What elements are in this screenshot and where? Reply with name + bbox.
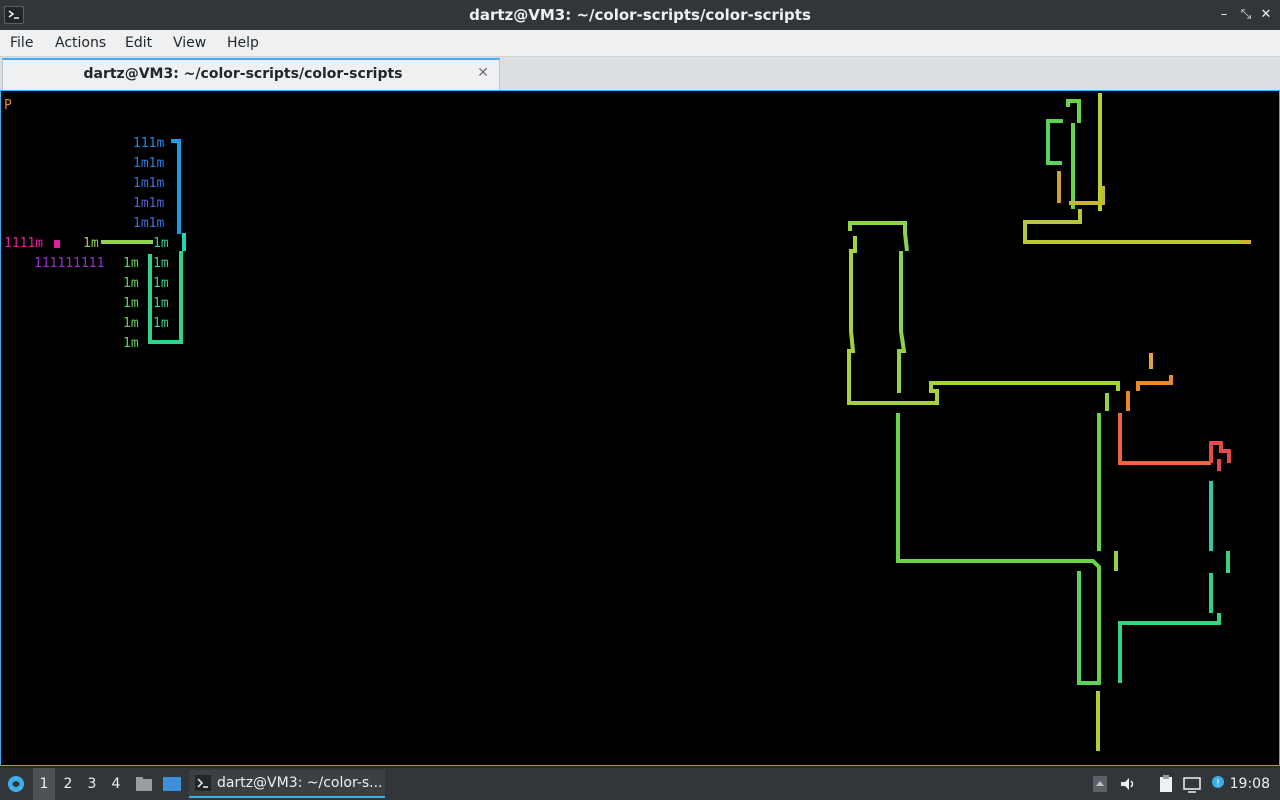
maximize-button[interactable]: ⤡ (1238, 6, 1254, 24)
prompt-char: P (4, 98, 12, 113)
network-icon[interactable] (1182, 774, 1202, 794)
glyph-row: 1m (153, 236, 169, 251)
glyph-row: 111m (133, 136, 164, 151)
clock[interactable]: 19:08 (1230, 768, 1270, 800)
glyph-row: 1m1m (133, 216, 164, 231)
menubar: File Actions Edit View Help (0, 30, 1280, 57)
glyph-row: 1m1m (133, 196, 164, 211)
glyph-row: 1m1m (133, 156, 164, 171)
workspace-4[interactable]: 4 (105, 768, 127, 800)
tab-bar: dartz@VM3: ~/color-scripts/color-scripts… (0, 57, 1280, 90)
menu-actions[interactable]: Actions (55, 30, 106, 56)
glyph-row: 1m (123, 256, 139, 271)
workspace-3[interactable]: 3 (81, 768, 103, 800)
minimize-button[interactable]: – (1216, 6, 1232, 24)
file-manager-icon[interactable] (134, 774, 154, 794)
show-desktop-icon[interactable] (162, 774, 182, 794)
window-title: dartz@VM3: ~/color-scripts/color-scripts (469, 6, 811, 24)
taskbar: 1 2 3 4 dartz@VM3: ~/color-s... ! 19:08 (0, 768, 1280, 800)
glyph-row: 1m (83, 236, 99, 251)
terminal-icon (195, 775, 211, 791)
close-button[interactable]: ✕ (1258, 6, 1274, 24)
menu-help[interactable]: Help (227, 30, 259, 56)
glyph-row: 1m (153, 316, 169, 331)
notification-icon[interactable]: ! (1208, 774, 1228, 794)
glyph-row: 1m (123, 296, 139, 311)
glyph-row: 1m (153, 296, 169, 311)
clipboard-icon[interactable] (1156, 774, 1176, 794)
tab-close-icon[interactable]: ✕ (475, 65, 491, 81)
pipe-lines-right (847, 93, 1251, 751)
volume-icon[interactable] (1118, 774, 1138, 794)
menu-edit[interactable]: Edit (125, 30, 152, 56)
glyph-row: 1m (123, 316, 139, 331)
menu-view[interactable]: View (173, 30, 206, 56)
tab-label: dartz@VM3: ~/color-scripts/color-scripts (83, 66, 403, 82)
workspace-1[interactable]: 1 (33, 768, 55, 800)
terminal-view[interactable]: P 111m 1m1m 1m1m 1m1m 1m1m 1111m 1m 1m 1… (0, 90, 1280, 766)
terminal-canvas: P 111m 1m1m 1m1m 1m1m 1m1m 1111m 1m 1m 1… (4, 93, 1251, 751)
task-label: dartz@VM3: ~/color-s... (217, 775, 383, 791)
glyph-row: 1m (123, 276, 139, 291)
glyph-row: 1m (153, 276, 169, 291)
glyph-row: 111111111 (34, 256, 104, 271)
svg-text:!: ! (1216, 778, 1220, 789)
tab-terminal[interactable]: dartz@VM3: ~/color-scripts/color-scripts… (2, 58, 500, 90)
glyph-row: 1111m (4, 236, 43, 251)
glyph-row: 1m (153, 256, 169, 271)
tray-up-arrow-icon[interactable] (1090, 774, 1110, 794)
glyph-row: 1m1m (133, 176, 164, 191)
glyph-row: 1m (123, 336, 139, 351)
menu-file[interactable]: File (10, 30, 33, 56)
taskbar-task-terminal[interactable]: dartz@VM3: ~/color-s... (189, 770, 385, 798)
app-launcher-icon[interactable] (6, 774, 26, 794)
workspace-2[interactable]: 2 (57, 768, 79, 800)
window-titlebar[interactable]: dartz@VM3: ~/color-scripts/color-scripts… (0, 0, 1280, 30)
